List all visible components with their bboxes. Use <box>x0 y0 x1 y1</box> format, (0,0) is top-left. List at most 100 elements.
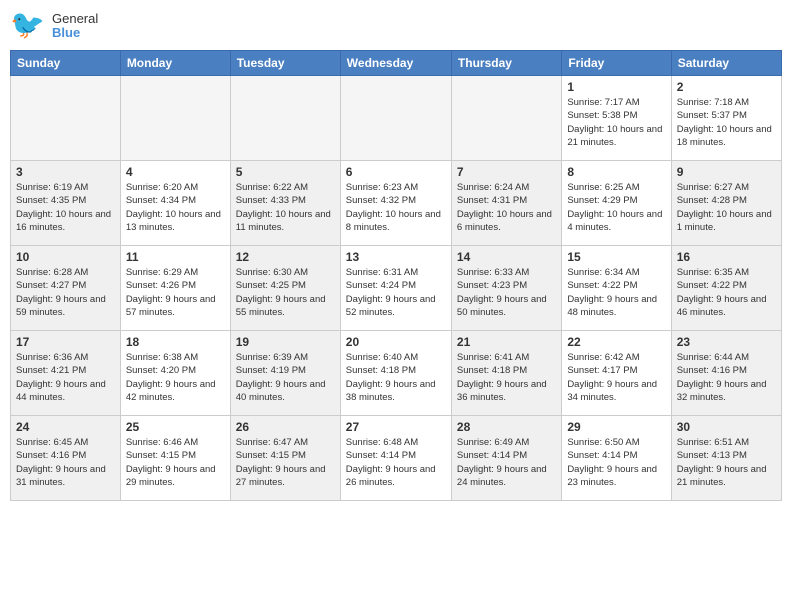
calendar-cell: 26 Sunrise: 6:47 AMSunset: 4:15 PMDayligh… <box>230 416 340 501</box>
day-info: Sunrise: 6:20 AMSunset: 4:34 PMDaylight:… <box>126 181 225 234</box>
calendar-cell: 15 Sunrise: 6:34 AMSunset: 4:22 PMDayligh… <box>562 246 671 331</box>
calendar-body: 1 Sunrise: 7:17 AMSunset: 5:38 PMDaylight… <box>11 76 782 501</box>
day-info: Sunrise: 6:46 AMSunset: 4:15 PMDaylight:… <box>126 436 225 489</box>
day-info: Sunrise: 6:30 AMSunset: 4:25 PMDaylight:… <box>236 266 335 319</box>
calendar-table: Sunday Monday Tuesday Wednesday Thursday… <box>10 50 782 501</box>
day-number: 21 <box>457 335 556 349</box>
day-number: 6 <box>346 165 446 179</box>
day-number: 26 <box>236 420 335 434</box>
day-number: 7 <box>457 165 556 179</box>
day-number: 8 <box>567 165 665 179</box>
day-number: 3 <box>16 165 115 179</box>
logo-general: General <box>52 12 98 26</box>
day-number: 19 <box>236 335 335 349</box>
calendar-cell <box>230 76 340 161</box>
day-info: Sunrise: 6:31 AMSunset: 4:24 PMDaylight:… <box>346 266 446 319</box>
col-tuesday: Tuesday <box>230 51 340 76</box>
calendar-cell: 12 Sunrise: 6:30 AMSunset: 4:25 PMDayligh… <box>230 246 340 331</box>
day-info: Sunrise: 6:51 AMSunset: 4:13 PMDaylight:… <box>677 436 776 489</box>
day-info: Sunrise: 6:22 AMSunset: 4:33 PMDaylight:… <box>236 181 335 234</box>
day-number: 13 <box>346 250 446 264</box>
calendar-cell: 11 Sunrise: 6:29 AMSunset: 4:26 PMDayligh… <box>120 246 230 331</box>
calendar-cell <box>340 76 451 161</box>
calendar-cell: 27 Sunrise: 6:48 AMSunset: 4:14 PMDayligh… <box>340 416 451 501</box>
day-number: 12 <box>236 250 335 264</box>
day-number: 14 <box>457 250 556 264</box>
calendar-cell: 8 Sunrise: 6:25 AMSunset: 4:29 PMDaylight… <box>562 161 671 246</box>
calendar-cell: 13 Sunrise: 6:31 AMSunset: 4:24 PMDayligh… <box>340 246 451 331</box>
svg-text:🐦: 🐦 <box>10 10 45 40</box>
day-info: Sunrise: 6:28 AMSunset: 4:27 PMDaylight:… <box>16 266 115 319</box>
calendar-cell: 28 Sunrise: 6:49 AMSunset: 4:14 PMDayligh… <box>451 416 561 501</box>
calendar-cell: 25 Sunrise: 6:46 AMSunset: 4:15 PMDayligh… <box>120 416 230 501</box>
day-info: Sunrise: 6:35 AMSunset: 4:22 PMDaylight:… <box>677 266 776 319</box>
day-info: Sunrise: 6:42 AMSunset: 4:17 PMDaylight:… <box>567 351 665 404</box>
day-number: 25 <box>126 420 225 434</box>
day-info: Sunrise: 6:39 AMSunset: 4:19 PMDaylight:… <box>236 351 335 404</box>
calendar-cell: 23Sunrise: 6:44 AMSunset: 4:16 PMDayligh… <box>671 331 781 416</box>
calendar-cell: 14 Sunrise: 6:33 AMSunset: 4:23 PMDayligh… <box>451 246 561 331</box>
day-number: 17 <box>16 335 115 349</box>
day-number: 5 <box>236 165 335 179</box>
day-number: 2 <box>677 80 776 94</box>
calendar-cell: 21 Sunrise: 6:41 AMSunset: 4:18 PMDayligh… <box>451 331 561 416</box>
col-saturday: Saturday <box>671 51 781 76</box>
calendar-cell: 10 Sunrise: 6:28 AMSunset: 4:27 PMDayligh… <box>11 246 121 331</box>
day-info: Sunrise: 6:36 AMSunset: 4:21 PMDaylight:… <box>16 351 115 404</box>
calendar-cell: 22 Sunrise: 6:42 AMSunset: 4:17 PMDayligh… <box>562 331 671 416</box>
logo-blue: Blue <box>52 26 98 40</box>
day-info: Sunrise: 6:48 AMSunset: 4:14 PMDaylight:… <box>346 436 446 489</box>
day-info: Sunrise: 6:47 AMSunset: 4:15 PMDaylight:… <box>236 436 335 489</box>
day-number: 30 <box>677 420 776 434</box>
col-sunday: Sunday <box>11 51 121 76</box>
day-info: Sunrise: 6:49 AMSunset: 4:14 PMDaylight:… <box>457 436 556 489</box>
day-info: Sunrise: 6:25 AMSunset: 4:29 PMDaylight:… <box>567 181 665 234</box>
calendar-cell: 2 Sunrise: 7:18 AMSunset: 5:37 PMDaylight… <box>671 76 781 161</box>
day-info: Sunrise: 6:27 AMSunset: 4:28 PMDaylight:… <box>677 181 776 234</box>
header: 🐦 General Blue <box>10 10 782 42</box>
day-number: 4 <box>126 165 225 179</box>
day-info: Sunrise: 6:29 AMSunset: 4:26 PMDaylight:… <box>126 266 225 319</box>
calendar-cell: 30 Sunrise: 6:51 AMSunset: 4:13 PMDayligh… <box>671 416 781 501</box>
calendar-cell: 19 Sunrise: 6:39 AMSunset: 4:19 PMDayligh… <box>230 331 340 416</box>
day-number: 22 <box>567 335 665 349</box>
day-info: Sunrise: 6:40 AMSunset: 4:18 PMDaylight:… <box>346 351 446 404</box>
calendar-cell: 3 Sunrise: 6:19 AMSunset: 4:35 PMDaylight… <box>11 161 121 246</box>
day-info: Sunrise: 6:24 AMSunset: 4:31 PMDaylight:… <box>457 181 556 234</box>
day-number: 10 <box>16 250 115 264</box>
day-number: 9 <box>677 165 776 179</box>
day-info: Sunrise: 6:41 AMSunset: 4:18 PMDaylight:… <box>457 351 556 404</box>
calendar-cell: 5 Sunrise: 6:22 AMSunset: 4:33 PMDaylight… <box>230 161 340 246</box>
day-number: 11 <box>126 250 225 264</box>
day-info: Sunrise: 7:17 AMSunset: 5:38 PMDaylight:… <box>567 96 665 149</box>
day-number: 16 <box>677 250 776 264</box>
col-friday: Friday <box>562 51 671 76</box>
day-number: 28 <box>457 420 556 434</box>
day-number: 18 <box>126 335 225 349</box>
day-info: Sunrise: 6:23 AMSunset: 4:32 PMDaylight:… <box>346 181 446 234</box>
day-info: Sunrise: 6:34 AMSunset: 4:22 PMDaylight:… <box>567 266 665 319</box>
col-thursday: Thursday <box>451 51 561 76</box>
calendar-cell: 1 Sunrise: 7:17 AMSunset: 5:38 PMDaylight… <box>562 76 671 161</box>
calendar-cell <box>120 76 230 161</box>
day-info: Sunrise: 6:19 AMSunset: 4:35 PMDaylight:… <box>16 181 115 234</box>
logo: 🐦 General Blue <box>10 10 98 42</box>
day-number: 27 <box>346 420 446 434</box>
day-info: Sunrise: 7:18 AMSunset: 5:37 PMDaylight:… <box>677 96 776 149</box>
col-monday: Monday <box>120 51 230 76</box>
calendar-cell: 9 Sunrise: 6:27 AMSunset: 4:28 PMDaylight… <box>671 161 781 246</box>
day-info: Sunrise: 6:33 AMSunset: 4:23 PMDaylight:… <box>457 266 556 319</box>
calendar-cell: 6 Sunrise: 6:23 AMSunset: 4:32 PMDaylight… <box>340 161 451 246</box>
day-number: 23 <box>677 335 776 349</box>
day-number: 15 <box>567 250 665 264</box>
calendar-cell: 18Sunrise: 6:38 AMSunset: 4:20 PMDayligh… <box>120 331 230 416</box>
calendar-cell: 16 Sunrise: 6:35 AMSunset: 4:22 PMDayligh… <box>671 246 781 331</box>
day-number: 1 <box>567 80 665 94</box>
day-number: 20 <box>346 335 446 349</box>
calendar-cell: 17 Sunrise: 6:36 AMSunset: 4:21 PMDayligh… <box>11 331 121 416</box>
day-info: Sunrise: 6:50 AMSunset: 4:14 PMDaylight:… <box>567 436 665 489</box>
calendar-cell <box>451 76 561 161</box>
calendar-header: Sunday Monday Tuesday Wednesday Thursday… <box>11 51 782 76</box>
calendar-cell: 7 Sunrise: 6:24 AMSunset: 4:31 PMDaylight… <box>451 161 561 246</box>
day-number: 24 <box>16 420 115 434</box>
